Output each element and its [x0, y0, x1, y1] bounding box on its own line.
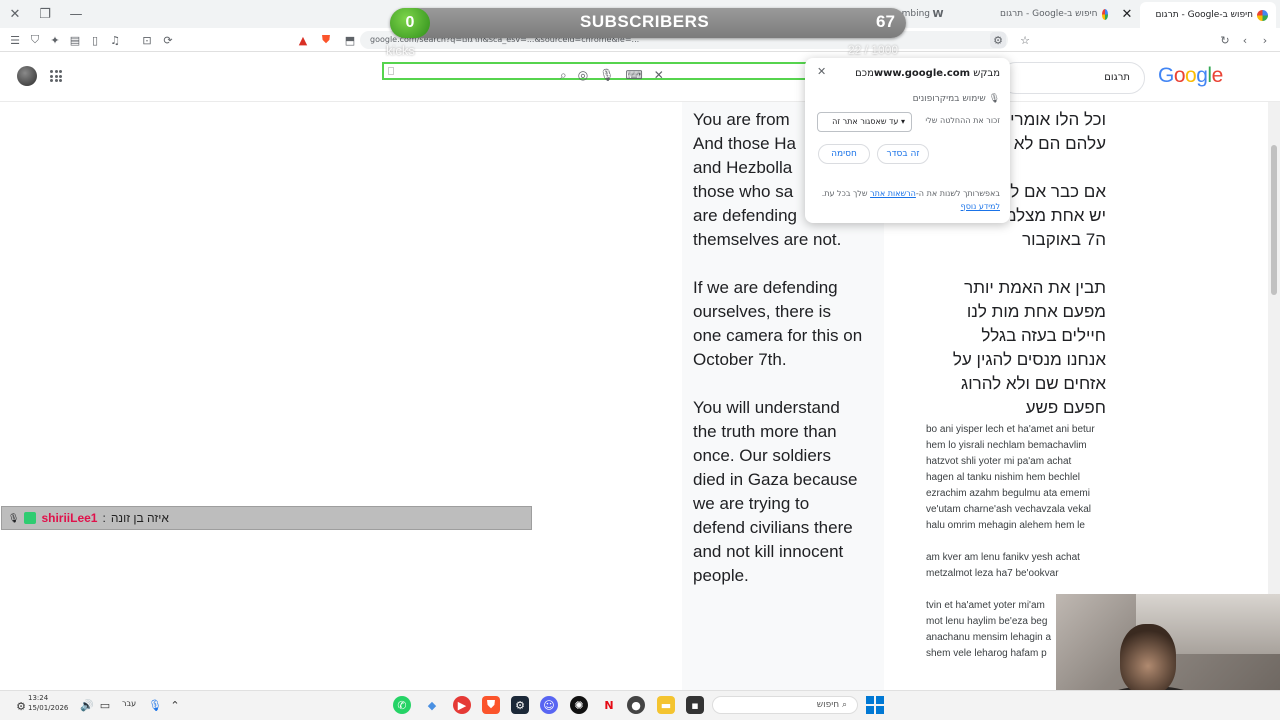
close-icon[interactable]: ✕ [817, 65, 826, 78]
bookmark-star-icon[interactable]: ☆ [1017, 32, 1033, 48]
find-input[interactable] [388, 67, 394, 75]
google-apps-icon[interactable] [50, 70, 62, 82]
youtube-music-icon[interactable]: ▶ [453, 696, 471, 714]
mic-permission-label: 🎙 שימוש במיקרופונים [912, 94, 1000, 104]
chatgpt-icon[interactable]: ✺ [570, 696, 588, 714]
sync-icon[interactable]: ⟳ [160, 32, 176, 48]
brave-icon[interactable]: ⛊ [482, 696, 500, 714]
scrollbar-thumb[interactable] [1271, 145, 1277, 295]
lens-icon[interactable]: ◎ [578, 68, 588, 88]
block-button[interactable]: חסימה [818, 144, 870, 164]
tab-google-translate-1[interactable]: חיפוש ב-Google - תרגום [1000, 4, 1108, 24]
popup-site-title: מבקש www.google.comמכם [855, 68, 1000, 79]
popup-note: באפשרותך לשנות את ה-הרשאות אתר שלך בכל ע… [821, 189, 1000, 211]
allow-button[interactable]: זה בסדר [877, 144, 929, 164]
discord-icon[interactable]: ☺ [540, 696, 558, 714]
steam-icon[interactable]: ⚙ [511, 696, 529, 714]
site-settings-icon[interactable]: ⚙ [990, 32, 1006, 48]
kicks-label: kicks [386, 43, 415, 58]
taskbar-search[interactable]: ⌕ חיפוש [712, 696, 858, 714]
sidebar-icon[interactable]: ▯ [87, 32, 103, 48]
close-window-icon[interactable]: ✕ [5, 4, 25, 24]
chat-text: איזה בן זונה [110, 511, 169, 525]
subscribers-label: SUBSCRIBERS [580, 12, 710, 31]
volume-icon[interactable]: 🔊 [78, 696, 96, 714]
tab-google-translate-active[interactable]: חיפוש ב-Google - תרגום [1140, 2, 1276, 28]
reload-icon[interactable]: ↻ [1217, 32, 1233, 48]
chat-separator: : [102, 511, 106, 525]
minimize-window-icon[interactable]: — [66, 4, 86, 24]
shield-icon[interactable]: ⛉ [27, 32, 43, 48]
search-tools: ⌕ ◎ 🎙 ⌨ ✕ [560, 68, 664, 88]
clear-icon[interactable]: ✕ [654, 68, 664, 88]
close-tab-icon[interactable]: ✕ [1117, 4, 1137, 24]
keyboard-icon[interactable]: ⌨ [625, 68, 642, 88]
tabs-icon[interactable]: ▤ [67, 32, 83, 48]
paragraph: am kver am lenu fanikv yesh achat metzal… [926, 552, 1080, 579]
network-icon[interactable]: ▭ [96, 696, 114, 714]
avatar[interactable] [17, 66, 37, 86]
streamer-head [1120, 624, 1176, 694]
bookmark-icon[interactable]: ⬒ [342, 32, 358, 48]
subscribers-current-count: 0 [390, 8, 430, 38]
netflix-icon[interactable]: N [600, 696, 618, 714]
alert-icon[interactable]: ▲ [295, 32, 311, 48]
mic-icon: 🎙 [8, 512, 20, 523]
terminal-icon[interactable]: ▪ [686, 696, 704, 714]
search-input[interactable]: תרגום [1000, 62, 1145, 94]
paragraph: You will understand the truth more than … [693, 398, 858, 585]
clock[interactable]: 13:24 15/01/2026 [28, 693, 68, 713]
search-icon[interactable]: ⌕ [560, 68, 567, 88]
google-favicon-icon [1257, 9, 1268, 21]
back-icon[interactable]: ‹ [1237, 32, 1253, 48]
google-favicon-icon [1101, 8, 1108, 20]
restore-window-icon[interactable]: ❐ [35, 4, 55, 24]
wikipedia-icon: W [932, 8, 944, 20]
windows-start-icon[interactable] [866, 696, 884, 714]
screen: ✕ ❐ — + Dolphinarium discotheque bombing… [0, 0, 1280, 720]
app-icon[interactable]: ◆ [423, 696, 441, 714]
kicks-count: 22 / 1000 [848, 43, 899, 57]
paragraph: If we are defending ourselves, there is … [693, 278, 863, 369]
menu-icon[interactable]: ☰ [7, 32, 23, 48]
mic-tray-icon[interactable]: 🎙 [146, 696, 164, 714]
brave-shield-icon[interactable]: ⛊ [318, 32, 334, 48]
puzzle-icon[interactable]: ✦ [47, 32, 63, 48]
chevron-up-icon[interactable]: ⌃ [166, 696, 184, 714]
paragraph: bo ani yisper lech et ha'amet ani betur … [926, 424, 1095, 531]
subscribers-goal-count: 67 [876, 12, 895, 31]
tab-label: חיפוש ב-Google - תרגום [1155, 10, 1253, 20]
paragraph: תבין את האמת יותר מפעם אחת מות לנו חיילי… [952, 278, 1106, 417]
file-explorer-icon[interactable]: ▬ [657, 696, 675, 714]
chat-username: shiriiLee1 [41, 511, 98, 525]
whatsapp-icon[interactable]: ✆ [393, 696, 411, 714]
google-logo[interactable]: Google [1158, 64, 1223, 88]
screenshot-icon[interactable]: ⊡ [139, 32, 155, 48]
learn-more-link[interactable]: למידע נוסף [961, 202, 1000, 211]
language-indicator[interactable]: עבר [122, 699, 136, 708]
mic-permission-popup: ✕ מבקש www.google.comמכם 🎙 שימוש במיקרופ… [805, 58, 1010, 223]
chat-message: 🎙 shiriiLee1 : איזה בן זונה [1, 506, 532, 530]
duration-select[interactable]: ▾ עד שאסגור אתר זה [817, 112, 912, 132]
music-icon[interactable]: ♫ [107, 32, 123, 48]
forward-icon[interactable]: › [1257, 32, 1273, 48]
obs-icon[interactable]: ● [627, 696, 645, 714]
subscriber-badge-icon [24, 512, 37, 524]
site-permissions-link[interactable]: הרשאות אתר [870, 189, 916, 198]
remember-decision-label: זכור את ההחלטה שלי [925, 116, 1000, 125]
tab-label: חיפוש ב-Google - תרגום [1000, 9, 1098, 19]
mic-icon[interactable]: 🎙 [599, 68, 614, 88]
